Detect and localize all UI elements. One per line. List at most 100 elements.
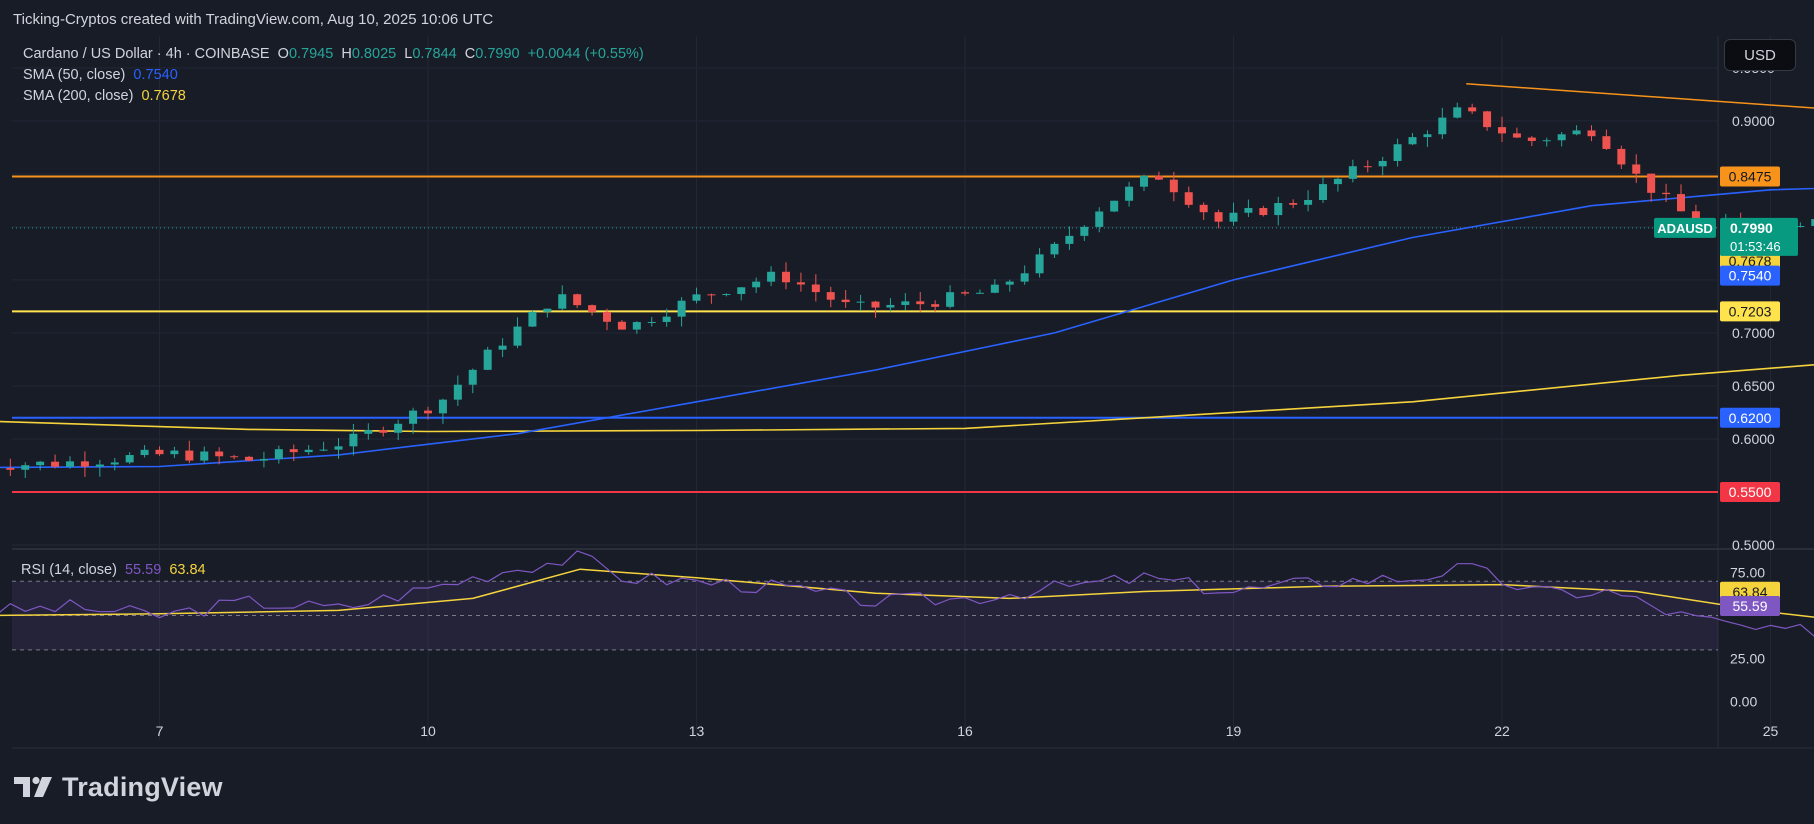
svg-text:0.8475: 0.8475 <box>1729 169 1772 185</box>
legend-row-sma200[interactable]: SMA (200, close) 0.7678 <box>23 86 644 107</box>
chart-legend: Cardano / US Dollar · 4h · COINBASE O0.7… <box>23 44 644 107</box>
candle-body <box>364 430 373 434</box>
candle-body <box>185 450 194 461</box>
candle-body <box>1468 107 1477 112</box>
time-tick-label: 13 <box>689 723 705 739</box>
candle-body <box>826 292 835 300</box>
rsi-tick-label: 0.00 <box>1730 693 1757 709</box>
candle-body <box>1542 140 1551 142</box>
candle-body <box>1677 194 1685 212</box>
candle-body <box>603 311 611 322</box>
candle-body <box>36 461 45 466</box>
candle-body <box>558 294 567 309</box>
candle-body <box>1035 254 1044 274</box>
candle-body <box>916 301 925 305</box>
candle-body <box>961 292 969 294</box>
candle-body <box>51 461 60 467</box>
sma200-value: 0.7678 <box>141 88 186 104</box>
time-tick-label: 10 <box>420 723 436 739</box>
candle-body <box>1005 281 1014 285</box>
level-tag-0.5500: 0.5500 <box>1720 481 1780 502</box>
candle-body <box>80 461 89 467</box>
high-value: 0.8025 <box>351 46 397 62</box>
candle-body <box>1512 133 1521 138</box>
rsi-tick-label: 75.00 <box>1730 565 1765 581</box>
candle-body <box>394 423 403 433</box>
candle-body <box>1483 111 1492 128</box>
candle-body <box>1438 117 1447 135</box>
open-value: 0.7945 <box>288 46 334 62</box>
sma200-label: SMA (200, close) <box>23 88 134 104</box>
tradingview-logo[interactable]: TradingView <box>14 770 223 804</box>
candle-body <box>513 326 522 346</box>
candle-body <box>1557 134 1566 141</box>
candle-body <box>737 287 746 295</box>
candle-body <box>677 300 686 317</box>
candle-body <box>1647 173 1656 193</box>
candle-body <box>1304 199 1313 205</box>
legend-row-ohlc: Cardano / US Dollar · 4h · COINBASE O0.7… <box>23 44 644 65</box>
candle-body <box>155 449 164 455</box>
candle-body <box>1229 212 1238 222</box>
candle-body <box>588 305 597 312</box>
candle-body <box>289 449 298 453</box>
candle-body <box>468 369 477 385</box>
svg-text:0.5500: 0.5500 <box>1729 484 1772 500</box>
time-tick-label: 22 <box>1494 723 1510 739</box>
candle-body <box>1065 235 1074 244</box>
candle-body <box>1393 144 1402 161</box>
time-tick-label: 19 <box>1226 723 1242 739</box>
level-tag-0.6200: 0.6200 <box>1720 407 1780 428</box>
open-label: O <box>277 46 289 62</box>
legend-row-sma50[interactable]: SMA (50, close) 0.7540 <box>23 65 644 86</box>
candle-body <box>662 316 671 322</box>
candle-body <box>1453 107 1462 118</box>
sma50-value: 0.7540 <box>133 67 178 83</box>
currency-button[interactable]: USD <box>1724 39 1796 71</box>
candle-body <box>811 284 820 293</box>
candle-body <box>424 410 432 414</box>
tradingview-logo-icon <box>14 776 52 797</box>
candle-body <box>334 446 343 450</box>
candle-body <box>707 294 716 296</box>
candle-body <box>1244 208 1253 213</box>
candle-body <box>230 456 239 458</box>
candle-body <box>1199 204 1208 213</box>
chart-canvas[interactable]: 0.95000.90000.70000.65000.60000.500075.0… <box>0 0 1814 824</box>
change-value: +0.0044 (+0.55%) <box>527 46 644 62</box>
candle-body <box>125 455 134 463</box>
candle-body <box>946 292 955 307</box>
candle-body <box>1184 192 1193 205</box>
candle-body <box>543 308 552 312</box>
rsi-ma-value: 63.84 <box>169 562 206 578</box>
candle-body <box>752 281 761 288</box>
candle-body <box>200 451 209 461</box>
candle-body <box>1274 203 1283 216</box>
candle-body <box>170 450 179 455</box>
candle-body <box>66 461 74 467</box>
rsi-legend[interactable]: RSI (14, close) 55.59 63.84 <box>21 562 206 578</box>
time-tick-label: 25 <box>1763 723 1779 739</box>
svg-text:0.7540: 0.7540 <box>1729 268 1772 284</box>
symbol-title[interactable]: Cardano / US Dollar · 4h · COINBASE <box>23 46 270 62</box>
rsi-tag-55.59: 55.59 <box>1720 595 1780 616</box>
candle-body <box>438 399 447 414</box>
candle-body <box>692 294 701 301</box>
candle-body <box>21 465 30 470</box>
low-value: 0.7844 <box>412 46 457 62</box>
candle-body <box>886 304 895 308</box>
candle-body <box>409 410 418 424</box>
candle-body <box>453 384 462 400</box>
brand-name: TradingView <box>62 771 223 802</box>
candle-body <box>274 449 283 459</box>
candle-body <box>215 451 224 457</box>
candle-body <box>483 349 492 370</box>
svg-text:0.6200: 0.6200 <box>1729 410 1772 426</box>
svg-text:0.7203: 0.7203 <box>1729 303 1772 319</box>
svg-text:ADAUSD: ADAUSD <box>1657 221 1713 236</box>
candle-body <box>901 301 910 305</box>
high-label: H <box>341 46 352 62</box>
candle-body <box>140 449 149 456</box>
candle-body <box>1348 166 1357 179</box>
candle-body <box>1527 137 1536 141</box>
